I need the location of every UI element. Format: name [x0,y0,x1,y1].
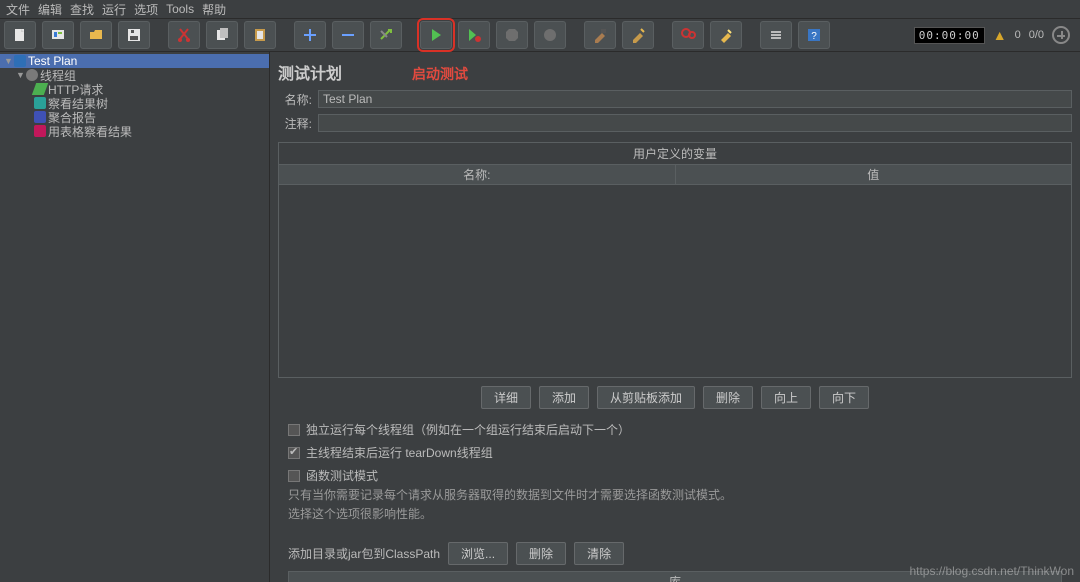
tree-toggle-icon[interactable]: ▼ [4,56,12,66]
detail-button[interactable]: 详细 [481,386,531,409]
vars-table-body[interactable] [279,185,1071,377]
checkbox-icon[interactable] [288,447,300,459]
checkbox-icon[interactable] [288,424,300,436]
menu-file[interactable]: 文件 [6,1,30,18]
function-helper-button[interactable] [760,21,792,49]
tree-table-results[interactable]: 用表格察看结果 [0,124,269,138]
warning-icon[interactable]: ▲ [993,27,1007,43]
vars-table-header: 名称: 值 [279,164,1071,185]
menu-options[interactable]: 选项 [134,1,158,18]
tree-http-request[interactable]: HTTP请求 [0,82,269,96]
comment-input[interactable] [318,114,1072,132]
vars-section-title: 用户定义的变量 [279,143,1071,164]
up-button[interactable]: 向上 [761,386,811,409]
menu-run[interactable]: 运行 [102,1,126,18]
menu-search[interactable]: 查找 [70,1,94,18]
paste-button[interactable] [244,21,276,49]
functional-hint-1: 只有当你需要记录每个请求从服务器取得的数据到文件时才需要选择函数测试模式。 [278,484,1072,503]
search-button[interactable] [672,21,704,49]
start-button[interactable] [420,21,452,49]
browse-button[interactable]: 浏览... [448,542,508,565]
name-label: 名称: [278,91,312,108]
open-button[interactable] [80,21,112,49]
chk-independent-label: 独立运行每个线程组（例如在一个组运行结束后启动下一个） [306,421,630,438]
chk-teardown-label: 主线程结束后运行 tearDown线程组 [306,444,493,461]
name-input[interactable] [318,90,1072,108]
work-area: ▼ Test Plan ▼ 线程组 HTTP请求 察看结果树 聚合报告 用表格察… [0,52,1080,582]
cp-delete-button[interactable]: 删除 [516,542,566,565]
cut-button[interactable] [168,21,200,49]
down-button[interactable]: 向下 [819,386,869,409]
tree-aggregate-report[interactable]: 聚合报告 [0,110,269,124]
user-variables-section: 用户定义的变量 名称: 值 [278,142,1072,378]
tree-view-results-tree[interactable]: 察看结果树 [0,96,269,110]
toggle-button[interactable] [370,21,402,49]
functional-hint-2: 选择这个选项很影响性能。 [278,503,1072,522]
sampler-icon [32,83,48,95]
vars-col-name: 名称: [279,165,676,184]
test-plan-icon [14,55,26,67]
warning-count: 0 [1015,29,1021,41]
templates-button[interactable] [42,21,74,49]
copy-button[interactable] [206,21,238,49]
listener-icon [34,111,46,123]
menu-tools[interactable]: Tools [166,2,194,16]
clear-all-button[interactable] [622,21,654,49]
tree-thread-group[interactable]: ▼ 线程组 [0,68,269,82]
help-button[interactable]: ? [798,21,830,49]
toolbar: ? 00:00:00 ▲ 0 0/0 [0,18,1080,52]
classpath-row: 添加目录或jar包到ClassPath 浏览... 删除 清除 [278,542,1072,565]
collapse-button[interactable] [332,21,364,49]
classpath-label: 添加目录或jar包到ClassPath [288,545,440,562]
listener-icon [34,125,46,137]
chk-functional-label: 函数测试模式 [306,467,378,484]
main-panel: 测试计划 启动测试 名称: 注释: 用户定义的变量 名称: 值 详细 添加 从剪… [270,52,1080,582]
add-button[interactable]: 添加 [539,386,589,409]
menu-bar: 文件 编辑 查找 运行 选项 Tools 帮助 [0,0,1080,18]
checkbox-icon[interactable] [288,470,300,482]
chk-functional-row[interactable]: 函数测试模式 [278,467,1072,484]
shutdown-button[interactable] [534,21,566,49]
listener-icon [34,97,46,109]
reset-search-button[interactable] [710,21,742,49]
new-button[interactable] [4,21,36,49]
test-tree[interactable]: ▼ Test Plan ▼ 线程组 HTTP请求 察看结果树 聚合报告 用表格察… [0,52,270,582]
delete-button[interactable]: 删除 [703,386,753,409]
thread-count: 0/0 [1029,29,1044,41]
svg-text:?: ? [811,31,817,42]
vars-col-value: 值 [676,165,1072,184]
comment-label: 注释: [278,115,312,132]
menu-help[interactable]: 帮助 [202,1,226,18]
add-from-clipboard-button[interactable]: 从剪贴板添加 [597,386,695,409]
annotation-start-test: 启动测试 [412,64,468,84]
clear-button[interactable] [584,21,616,49]
tree-toggle-icon[interactable]: ▼ [16,70,24,80]
save-button[interactable] [118,21,150,49]
thread-group-icon [26,69,38,81]
watermark: https://blog.csdn.net/ThinkWon [909,564,1074,578]
menu-edit[interactable]: 编辑 [38,1,62,18]
expand-button[interactable] [294,21,326,49]
clear-button[interactable]: 清除 [574,542,624,565]
elapsed-timer: 00:00:00 [914,27,985,44]
vars-button-row: 详细 添加 从剪贴板添加 删除 向上 向下 [278,386,1072,409]
tree-label: 用表格察看结果 [48,123,132,140]
chk-teardown-row[interactable]: 主线程结束后运行 tearDown线程组 [278,444,1072,461]
stop-button[interactable] [496,21,528,49]
start-no-pause-button[interactable] [458,21,490,49]
chk-independent-row[interactable]: 独立运行每个线程组（例如在一个组运行结束后启动下一个） [278,421,1072,438]
expand-collapse-icon[interactable] [1052,26,1070,44]
panel-title: 测试计划 [278,60,342,84]
